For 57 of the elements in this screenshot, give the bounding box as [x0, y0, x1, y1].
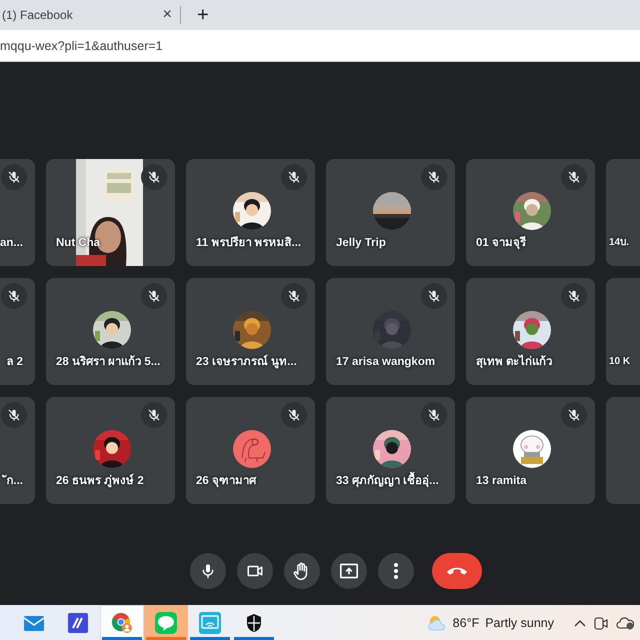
participant-name: 33 ศุภกัญญา เชื้ออุ่... [336, 474, 439, 488]
participant-name: สุเทพ ตะไก่แก้ว [476, 355, 552, 369]
participant-name: 28 นริศรา ผาแก้ว 5... [56, 355, 160, 369]
mic-off-icon [287, 289, 301, 303]
chat-app-icon [155, 612, 177, 634]
participant-name: 26 จุฑามาศ [196, 474, 256, 488]
url-text: mqqu-wex?pli=1&authuser=1 [0, 38, 163, 52]
hang-up-icon [446, 566, 468, 576]
participant-name: ล 2 [6, 355, 24, 369]
microphone-button[interactable] [190, 553, 226, 589]
weather-text: Partly sunny [485, 616, 554, 630]
wireless-display-icon [199, 612, 221, 634]
close-tab-button[interactable]: × [160, 6, 174, 24]
partly-sunny-icon [426, 614, 447, 632]
app-icon [68, 612, 88, 632]
temperature-text: 86°F [452, 616, 480, 630]
mic-off-icon [567, 289, 581, 303]
present-screen-icon [339, 562, 359, 580]
leave-call-button[interactable] [432, 553, 482, 589]
mic-off-icon [7, 170, 21, 184]
microphone-icon [200, 563, 216, 579]
mic-off-icon [147, 408, 161, 422]
security-shield-icon [245, 612, 263, 632]
more-options-button[interactable] [378, 553, 414, 589]
mic-off-icon [7, 289, 21, 303]
chevron-up-icon[interactable] [574, 618, 586, 626]
participant-name: 17 arisa wangkom [336, 355, 436, 369]
participant-name: Jelly Trip [336, 236, 386, 250]
mic-off-icon [427, 170, 441, 184]
cloud-icon[interactable] [616, 616, 634, 630]
mic-off-icon [147, 289, 161, 303]
participant-name: 11 พรปรียา พรหมสิ... [196, 236, 302, 250]
participant-name: 26 ธนพร ภู่พงษ์ 2 [56, 474, 144, 488]
mic-off-icon [427, 289, 441, 303]
mail-icon [23, 614, 45, 632]
raise-hand-button[interactable] [284, 553, 320, 589]
tab-title: (1) Facebook [2, 8, 74, 22]
more-options-icon [393, 562, 399, 580]
browser-icon [111, 612, 133, 634]
participant-name: 01 จามจุรี [476, 236, 526, 250]
mic-off-icon [147, 170, 161, 184]
participant-name: 23 เจษราภรณ์ นูท... [196, 355, 297, 369]
mic-off-icon [287, 170, 301, 184]
mic-off-icon [567, 408, 581, 422]
camera-icon[interactable] [594, 616, 608, 630]
mic-off-icon [7, 408, 21, 422]
camera-button[interactable] [237, 553, 273, 589]
mic-off-icon [567, 170, 581, 184]
participant-name: an... [0, 236, 24, 250]
mic-off-icon [427, 408, 441, 422]
participant-name: 10 K [609, 355, 630, 369]
present-button[interactable] [331, 553, 367, 589]
participant-name: 13 ramita [476, 474, 527, 488]
address-bar[interactable]: mqqu-wex?pli=1&authuser=1 [0, 30, 640, 62]
new-tab-button[interactable]: + [195, 5, 211, 25]
mic-off-icon [287, 408, 301, 422]
participant-name: 14บ. [609, 236, 629, 250]
